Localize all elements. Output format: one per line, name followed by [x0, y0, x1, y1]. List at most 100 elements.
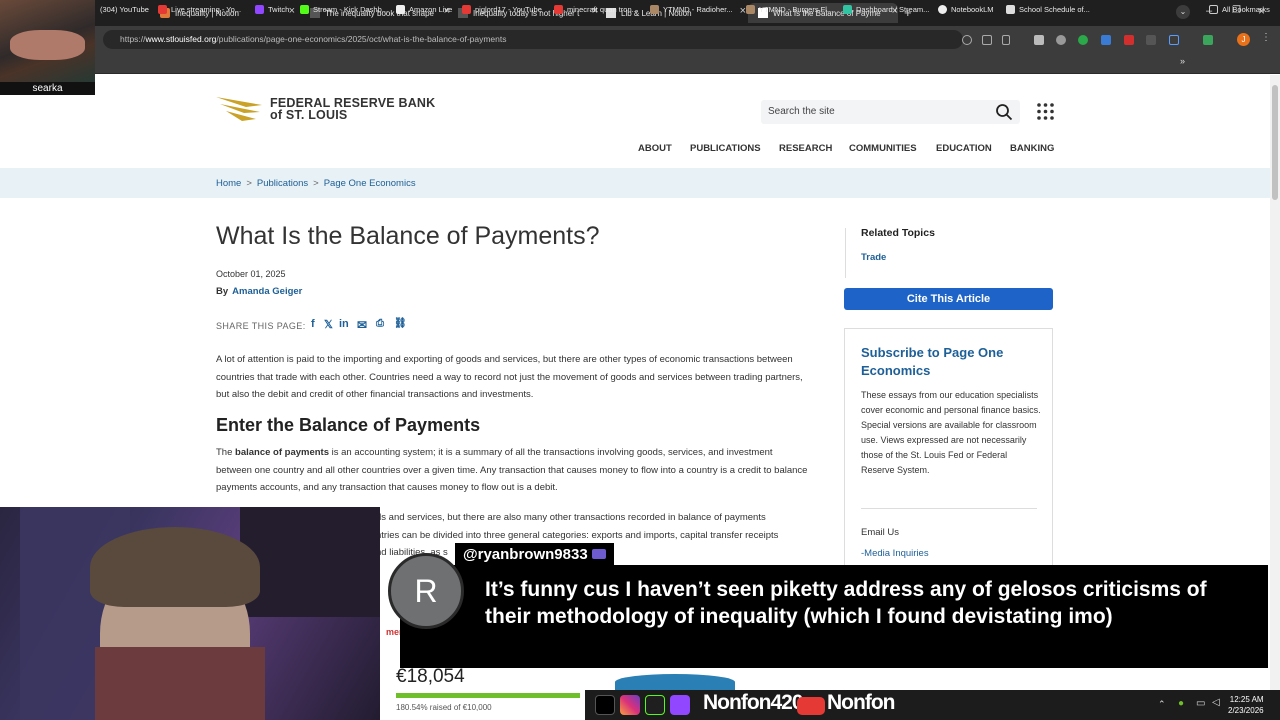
bookmark-item[interactable]: Stream - Kick Dashb...: [300, 5, 388, 14]
profile-avatar[interactable]: J: [1237, 33, 1250, 46]
extension-icon[interactable]: [1146, 35, 1156, 45]
amazon-icon: [396, 5, 405, 14]
webcam-small-feed: [0, 0, 95, 95]
kick-icon: [645, 695, 665, 715]
tab-search-icon[interactable]: ⌄: [1176, 5, 1190, 19]
streamlabs-icon: [843, 5, 852, 14]
bookmark-item[interactable]: Dashboard / Stream...: [843, 5, 929, 14]
breadcrumb-bar: [0, 168, 1270, 198]
notebooklm-icon: [938, 5, 947, 14]
nav-publications[interactable]: PUBLICATIONS: [690, 143, 761, 154]
nav-banking[interactable]: BANKING: [1010, 143, 1054, 154]
labs-icon[interactable]: [1203, 35, 1213, 45]
article-paragraph: The balance of payments is an accounting…: [216, 447, 808, 493]
instagram-icon: [620, 695, 640, 715]
youtube-extension-icon[interactable]: [1124, 35, 1134, 45]
share-icon[interactable]: [982, 35, 992, 45]
email-icon[interactable]: ✉: [357, 318, 367, 332]
bookmark-item[interactable]: YTMND - Burgers Fl...: [746, 5, 833, 14]
close-icon[interactable]: ×: [289, 5, 295, 17]
performance-icon[interactable]: [962, 35, 972, 45]
youtube-icon: [554, 5, 563, 14]
nav-education[interactable]: EDUCATION: [936, 143, 992, 154]
shirt-shape: [95, 647, 265, 720]
more-bookmarks-icon[interactable]: »: [1180, 56, 1185, 66]
author-link[interactable]: Amanda Geiger: [232, 286, 302, 297]
subscribe-heading[interactable]: Subscribe to Page One Economics: [861, 344, 1041, 380]
extension-trash-icon[interactable]: [1034, 35, 1044, 45]
bookmark-item[interactable]: minecraft quan tron...: [554, 5, 638, 14]
bookmark-item[interactable]: Amazon Live: [396, 5, 452, 14]
bookmark-item[interactable]: piglord17 - YouTube: [462, 5, 542, 14]
bookmark-item[interactable]: (304) YouTube: [100, 5, 149, 14]
section-heading: Enter the Balance of Payments: [216, 415, 481, 435]
url-field[interactable]: https://www.stlouisfed.org/publications/…: [103, 30, 963, 49]
donation-progress-text: 180.54% raised of €10,000: [396, 703, 492, 712]
scrollbar-thumb[interactable]: [1272, 85, 1278, 200]
docs-extension-icon[interactable]: [1101, 35, 1111, 45]
social-handle: Nonfon: [827, 691, 895, 714]
tray-chevron-icon[interactable]: ⌃: [1158, 699, 1166, 710]
social-icons: [595, 693, 695, 717]
puzzle-icon[interactable]: [1169, 35, 1179, 45]
bookmark-item[interactable]: YTMND - Radioher...: [650, 5, 733, 14]
eagle-logo-icon[interactable]: [216, 95, 264, 123]
bookmark-item[interactable]: NotebookLM: [938, 5, 994, 14]
search-icon[interactable]: [995, 103, 1013, 121]
volume-icon[interactable]: ◁: [1212, 697, 1220, 708]
main-nav: ABOUT PUBLICATIONS RESEARCH COMMUNITIES …: [630, 143, 1060, 157]
breadcrumb-home[interactable]: Home: [216, 178, 241, 189]
clock-date: 2/23/2026: [1228, 706, 1264, 715]
breadcrumb-page-one[interactable]: Page One Economics: [324, 178, 416, 189]
article-paragraph: A lot of attention is paid to the import…: [216, 354, 803, 400]
system-clock[interactable]: 12:25 AM 2/23/2026: [1228, 694, 1264, 716]
related-topic-trade[interactable]: Trade: [861, 252, 886, 263]
menu-icon[interactable]: ⋮: [1261, 32, 1271, 43]
breadcrumb-publications[interactable]: Publications: [257, 178, 308, 189]
publish-date: October 01, 2025: [216, 269, 286, 279]
print-icon[interactable]: ⎙: [376, 318, 384, 329]
bookmark-item[interactable]: Twitch: [255, 5, 289, 14]
url-prefix: https://: [120, 34, 146, 44]
extension-globe-icon[interactable]: [1056, 35, 1066, 45]
ytmnd-icon: [650, 5, 659, 14]
site-logo[interactable]: FEDERAL RESERVE BANK of ST. LOUIS: [270, 97, 435, 122]
mic-icon[interactable]: ●: [1178, 698, 1184, 709]
nav-communities[interactable]: COMMUNITIES: [849, 143, 917, 154]
clock-time: 12:25 AM: [1229, 695, 1264, 704]
bookmark-item[interactable]: Live streaming - Yo...: [158, 5, 241, 14]
media-inquiries-link[interactable]: -Media Inquiries: [861, 548, 929, 559]
donation-progress-bar: [396, 693, 580, 698]
bookmark-star-icon[interactable]: [1002, 35, 1010, 45]
grammarly-icon[interactable]: [1078, 35, 1088, 45]
link-icon[interactable]: ⛓: [394, 318, 407, 329]
ytmnd-icon: [746, 5, 755, 14]
apps-grid-icon[interactable]: [1037, 103, 1055, 121]
cite-article-button[interactable]: Cite This Article: [844, 288, 1053, 310]
hair-shape: [90, 527, 260, 607]
chat-username: @ryanbrown9833: [455, 543, 614, 567]
site-search-input[interactable]: Search the site: [761, 100, 1020, 124]
breadcrumb: Home > Publications > Page One Economics: [216, 178, 416, 189]
divider: [861, 508, 1037, 509]
facebook-icon[interactable]: f: [311, 318, 315, 330]
webcam-feed: [0, 507, 380, 720]
sidebar-divider: [845, 228, 846, 278]
twitch-icon: [670, 695, 690, 715]
kick-icon: [300, 5, 309, 14]
logo-line2: of ST. LOUIS: [270, 108, 348, 122]
breadcrumb-separator: >: [246, 178, 252, 189]
share-label: SHARE THIS PAGE:: [216, 321, 306, 331]
all-bookmarks[interactable]: All Bookmarks: [1209, 5, 1270, 14]
bookmark-item[interactable]: School Schedule of...: [1006, 5, 1090, 14]
x-twitter-icon[interactable]: 𝕏: [324, 318, 333, 331]
linkedin-icon[interactable]: in: [339, 318, 349, 330]
subscribe-description: These essays from our education speciali…: [861, 390, 1041, 475]
map-shape: [615, 674, 735, 690]
nav-research[interactable]: RESEARCH: [779, 143, 832, 154]
url-domain: www.stlouisfed.org: [145, 34, 217, 44]
network-icon[interactable]: ▭: [1196, 698, 1205, 709]
nav-about[interactable]: ABOUT: [638, 143, 672, 154]
byline: By Amanda Geiger: [216, 286, 303, 297]
document-icon: [1006, 5, 1015, 14]
